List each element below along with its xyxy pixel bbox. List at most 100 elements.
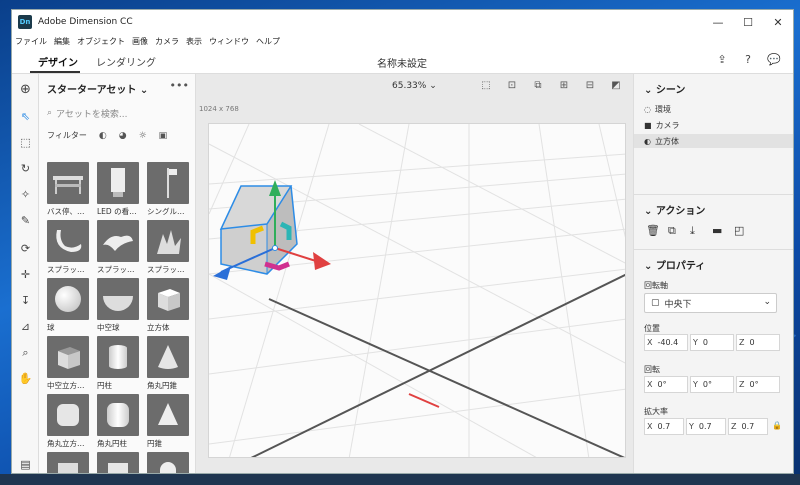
scale-z-field[interactable]: Z 0.7 [728,418,768,435]
delete-icon[interactable]: 🗑 [646,224,660,237]
group-icon[interactable]: ▬ [712,224,722,237]
hand-icon[interactable]: ✋ [12,372,39,385]
asset-thumbnail [147,394,189,436]
tab-render[interactable]: レンダリング [96,54,156,69]
camera-orbit-icon[interactable]: ⧉ [525,80,551,91]
asset-item[interactable]: 円錐 [147,394,189,449]
scale-label: 拡大率 [644,407,668,416]
menu-image[interactable]: 画像 [132,36,148,47]
asset-item[interactable]: 中空立方… [47,336,89,391]
scene-section-header[interactable]: ⌄ シーン [644,81,685,96]
maximize-button[interactable]: ☐ [733,10,763,34]
scene-item-environment[interactable]: ◌ 環境 [644,102,793,116]
position-label: 位置 [644,324,660,333]
asset-item[interactable]: スプラッ… [47,220,89,275]
asset-thumbnail [147,278,189,320]
render-preview-icon[interactable]: ◩ [603,80,629,91]
filter-row: フィルター ◐ ◕ ☼ ▣ [47,130,167,141]
asset-item[interactable]: 球 [47,278,89,333]
asset-item[interactable]: シングル… [147,162,189,217]
asset-item[interactable]: スプラッ… [147,220,189,275]
magic-wand-icon[interactable]: ✧ [12,188,39,201]
active-tab-indicator [30,71,80,73]
asset-item[interactable]: 中空球 [97,278,139,333]
feedback-icon[interactable]: 💬 [761,53,787,66]
asset-thumbnail [47,220,89,262]
asset-thumbnail [147,336,189,378]
menu-help[interactable]: ヘルプ [256,36,280,47]
horizon-icon[interactable]: ⊿ [12,320,39,333]
3d-viewport[interactable] [208,123,626,458]
asset-item[interactable]: 立方体 [147,278,189,333]
starter-assets-panel: スターターアセット ⌄ ••• ⌕ アセットを検索... フィルター ◐ ◕ ☼… [39,74,196,473]
minimize-button[interactable]: — [703,10,733,34]
asset-item[interactable] [47,452,89,473]
orbit-icon[interactable]: ⟳ [12,242,39,255]
pivot-select[interactable]: ▢ 中央下 ⌄ [644,293,777,313]
asset-item[interactable]: バス停、… [47,162,89,217]
camera-pan-icon[interactable]: ⊞ [551,80,577,91]
menu-camera[interactable]: カメラ [155,36,179,47]
menu-view[interactable]: 表示 [186,36,202,47]
asset-item[interactable]: スプラッ… [97,220,139,275]
tab-design[interactable]: デザイン [38,54,78,69]
scene-item-camera[interactable]: ■ カメラ [644,118,793,132]
asset-item[interactable]: 角丸円錐 [147,336,189,391]
zoom-dropdown[interactable]: 65.33% ⌄ [392,81,437,91]
zoom-icon[interactable]: ⌕ [12,346,39,360]
properties-section-header[interactable]: ⌄ プロパティ [644,257,705,272]
select-icon[interactable]: ⇖ [12,110,39,123]
rotation-x-field[interactable]: X 0° [644,376,688,393]
images-filter-icon[interactable]: ▣ [159,131,168,141]
scale-y-field[interactable]: Y 0.7 [686,418,726,435]
rotate-icon[interactable]: ↻ [12,162,39,175]
asset-item[interactable]: 円柱 [97,336,139,391]
models-filter-icon[interactable]: ◐ [99,131,107,141]
frame-object-icon[interactable]: ◰ [734,224,744,237]
camera-view-icon[interactable]: ⊡ [499,80,525,91]
asset-item[interactable] [97,452,139,473]
asset-item[interactable]: 角丸円柱 [97,394,139,449]
asset-item[interactable]: LED の看… [97,162,139,217]
taskbar [0,474,800,485]
menu-file[interactable]: ファイル [15,36,47,47]
title-bar: Dn Adobe Dimension CC — ☐ ✕ [12,10,793,34]
scale-x-field[interactable]: X 0.7 [644,418,684,435]
camera-dolly-icon[interactable]: ⊟ [577,80,603,91]
frame-icon[interactable]: ⬚ [473,80,499,91]
rotation-z-field[interactable]: Z 0° [736,376,780,393]
asset-item[interactable] [147,452,189,473]
asset-thumbnail [97,220,139,262]
asset-search-input[interactable]: ⌕ アセットを検索... [47,106,187,120]
chevron-down-icon: ⌄ [763,297,771,307]
asset-thumbnail [147,220,189,262]
lock-icon[interactable]: 🔒 [772,421,782,430]
position-y-field[interactable]: Y0 [690,334,734,351]
menu-object[interactable]: オブジェクト [77,36,125,47]
position-z-field[interactable]: Z0 [736,334,780,351]
asset-item[interactable]: 角丸立方… [47,394,89,449]
add-icon[interactable]: ⊕ [12,82,39,97]
drop-to-ground-icon[interactable]: ⤓ [690,224,695,238]
eyedropper-icon[interactable]: ✎ [12,214,39,227]
help-icon[interactable]: ? [735,53,761,66]
app-logo: Dn [18,15,32,29]
menu-window[interactable]: ウィンドウ [209,36,249,47]
share-icon[interactable]: ⇪ [709,53,735,66]
lights-filter-icon[interactable]: ☼ [139,131,147,141]
rotation-y-field[interactable]: Y 0° [690,376,734,393]
position-x-field[interactable]: X -40.4 [644,334,688,351]
marquee-icon[interactable]: ⬚ [12,136,39,149]
chevron-down-icon: ⌄ [644,85,653,96]
actions-section-header[interactable]: ⌄ アクション [644,202,705,217]
panel-icon[interactable]: ▤ [12,458,39,471]
pan-icon[interactable]: ✛ [12,268,39,281]
close-button[interactable]: ✕ [763,10,793,34]
scene-item-cube[interactable]: ◐ 立方体 [634,134,793,148]
menu-edit[interactable]: 編集 [54,36,70,47]
materials-filter-icon[interactable]: ◕ [119,131,127,141]
more-icon[interactable]: ••• [170,79,189,92]
dolly-icon[interactable]: ↧ [12,294,39,307]
assets-title[interactable]: スターターアセット ⌄ [47,81,148,96]
duplicate-icon[interactable]: ⧉ [668,224,676,238]
